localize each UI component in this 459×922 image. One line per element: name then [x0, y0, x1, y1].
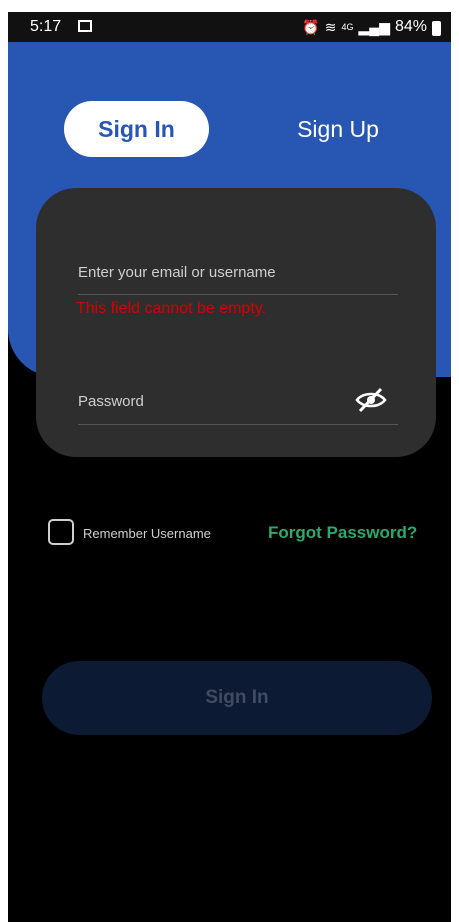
tab-signup[interactable]: Sign Up [268, 101, 408, 157]
remember-label: Remember Username [83, 526, 211, 541]
app-screen: 5:17 ⏰ ≋ 4G ▂▄▆ 84% Sign In Sign Up Ente… [0, 0, 459, 922]
email-field[interactable]: Enter your email or username [78, 264, 276, 281]
email-error-message: This field cannot be empty. [76, 300, 267, 317]
network-type: 4G [341, 22, 354, 32]
wifi-icon: ≋ [324, 18, 337, 35]
signal-icon: ▂▄▆ [358, 18, 390, 35]
phone-viewport: 5:17 ⏰ ≋ 4G ▂▄▆ 84% Sign In Sign Up Ente… [8, 12, 451, 922]
status-indicators: ⏰ ≋ 4G ▂▄▆ 84% [302, 18, 441, 36]
signin-form-card: Enter your email or username This field … [36, 188, 436, 457]
signin-button[interactable]: Sign In [42, 661, 432, 735]
tab-signin[interactable]: Sign In [64, 101, 209, 157]
status-bar: 5:17 ⏰ ≋ 4G ▂▄▆ 84% [8, 12, 451, 42]
password-field[interactable]: Password [78, 393, 144, 410]
email-underline [78, 294, 398, 295]
remember-checkbox[interactable] [48, 519, 74, 545]
image-icon [78, 20, 92, 32]
alarm-icon: ⏰ [302, 18, 320, 35]
battery-icon [432, 20, 441, 36]
eye-off-icon[interactable] [354, 387, 388, 413]
battery-percent: 84% [394, 18, 427, 35]
forgot-password-link[interactable]: Forgot Password? [268, 523, 417, 543]
status-time: 5:17 [30, 18, 62, 35]
password-underline [78, 424, 398, 425]
